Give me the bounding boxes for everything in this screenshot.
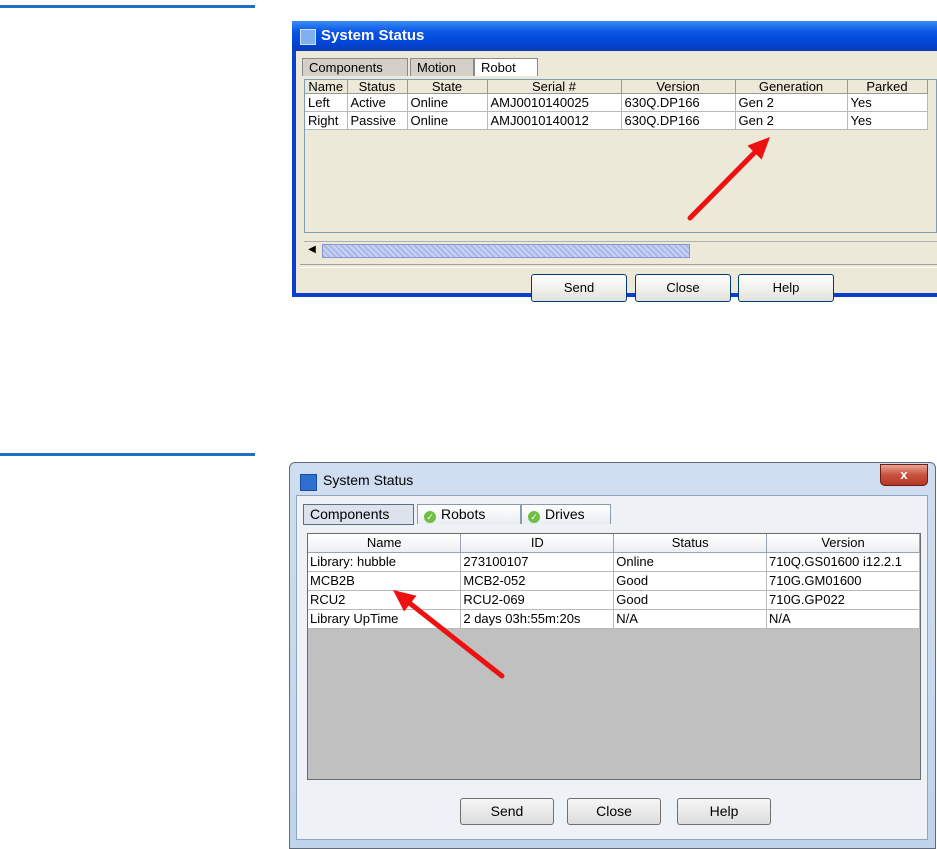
section-rule-top (0, 5, 255, 8)
table-cell: 630Q.DP166 (621, 93, 736, 112)
help-button[interactable]: Help (738, 274, 834, 302)
send-button[interactable]: Send (460, 798, 554, 825)
table-cell: Online (613, 552, 768, 572)
table-cell: Passive (347, 111, 408, 130)
column-header[interactable]: Serial # (487, 80, 622, 94)
tab-components[interactable]: Components (302, 58, 408, 76)
table-cell: Active (347, 93, 408, 112)
table-cell: Yes (847, 111, 928, 130)
table-row[interactable]: Library UpTime 2 days 03h:55m:20s N/A N/A (308, 609, 920, 629)
section-rule-bottom (0, 453, 255, 456)
system-status-window-xp: System Status Components Motion Robot Na… (292, 21, 937, 302)
close-button[interactable]: Close (635, 274, 731, 302)
table-cell: Online (407, 111, 488, 130)
table-cell: 273100107 (460, 552, 615, 572)
column-header[interactable]: Version (621, 80, 736, 94)
table-cell: AMJ0010140012 (487, 111, 622, 130)
help-button[interactable]: Help (677, 798, 771, 825)
table-cell: 630Q.DP166 (621, 111, 736, 130)
tab-components[interactable]: Components (303, 504, 414, 525)
tab-robots[interactable]: ✓ Robots (417, 504, 521, 524)
column-header[interactable]: Name (305, 80, 348, 94)
divider (300, 264, 937, 268)
table-cell: Gen 2 (735, 111, 848, 130)
table-row[interactable]: MCB2B MCB2-052 Good 710G.GM01600 (308, 571, 920, 591)
table-cell: RCU2 (308, 590, 462, 610)
table-cell: Library: hubble (308, 552, 462, 572)
table-cell: 710G.GP022 (766, 590, 920, 610)
check-circle-icon: ✓ (424, 511, 436, 523)
table-row[interactable]: Left Active Online AMJ0010140025 630Q.DP166 G… (305, 93, 928, 112)
system-status-window-win7: System Status x Components ✓ Robots ✓ Driv… (289, 462, 936, 849)
horizontal-scrollbar[interactable]: ◀ (304, 241, 937, 258)
window-close-button[interactable]: x (880, 464, 928, 486)
column-header[interactable]: Status (613, 534, 768, 553)
column-header[interactable]: Version (766, 534, 920, 553)
scroll-left-icon[interactable]: ◀ (306, 244, 318, 256)
column-header[interactable]: ID (460, 534, 615, 553)
table-cell: N/A (766, 609, 920, 629)
column-header[interactable]: State (407, 80, 488, 94)
table-row[interactable]: Library: hubble 273100107 Online 710Q.GS016… (308, 552, 920, 572)
window-client: Components Motion Robot Name Status State S… (296, 51, 937, 302)
table-cell: MCB2B (308, 571, 462, 591)
table-cell: Right (305, 111, 348, 130)
send-button[interactable]: Send (531, 274, 627, 302)
table-cell: Gen 2 (735, 93, 848, 112)
app-icon (300, 29, 316, 45)
table-cell: 710G.GM01600 (766, 571, 920, 591)
tab-drives-label: Drives (545, 506, 585, 522)
table-cell: 710Q.GS01600 i12.2.1 (766, 552, 920, 572)
table-cell: N/A (613, 609, 768, 629)
table-row[interactable]: Right Passive Online AMJ0010140012 630Q.DP16… (305, 111, 928, 130)
title-bar[interactable]: System Status (292, 21, 937, 51)
window-client: Components ✓ Robots ✓ Drives Name ID Status V… (296, 495, 928, 840)
window-title: System Status (323, 472, 414, 488)
check-circle-icon: ✓ (528, 511, 540, 523)
table-cell: Online (407, 93, 488, 112)
table-cell: Good (613, 571, 768, 591)
app-icon (300, 474, 317, 491)
column-header[interactable]: Status (347, 80, 408, 94)
table-cell: MCB2-052 (460, 571, 615, 591)
table-cell: RCU2-069 (460, 590, 615, 610)
tab-robots-label: Robots (441, 506, 486, 522)
table-cell: 2 days 03h:55m:20s (460, 609, 615, 629)
tab-drives[interactable]: ✓ Drives (521, 504, 611, 524)
column-header[interactable]: Parked (847, 80, 928, 94)
components-table: Name Status State Serial # Version Generation… (304, 79, 937, 233)
column-header[interactable]: Name (308, 534, 462, 553)
table-cell: Yes (847, 93, 928, 112)
scroll-thumb[interactable] (322, 244, 690, 258)
table-cell: Library UpTime (308, 609, 462, 629)
robots-table: Name ID Status Version Library: hubble 27310… (307, 533, 921, 780)
table-cell: Good (613, 590, 768, 610)
tab-robot[interactable]: Robot (474, 58, 538, 76)
column-header[interactable]: Generation (735, 80, 848, 94)
close-button[interactable]: Close (567, 798, 661, 825)
table-cell: Left (305, 93, 348, 112)
table-row[interactable]: RCU2 RCU2-069 Good 710G.GP022 (308, 590, 920, 610)
tab-components-label: Components (310, 506, 390, 522)
table-cell: AMJ0010140025 (487, 93, 622, 112)
tab-motion[interactable]: Motion (410, 58, 474, 76)
window-title: System Status (321, 27, 425, 44)
